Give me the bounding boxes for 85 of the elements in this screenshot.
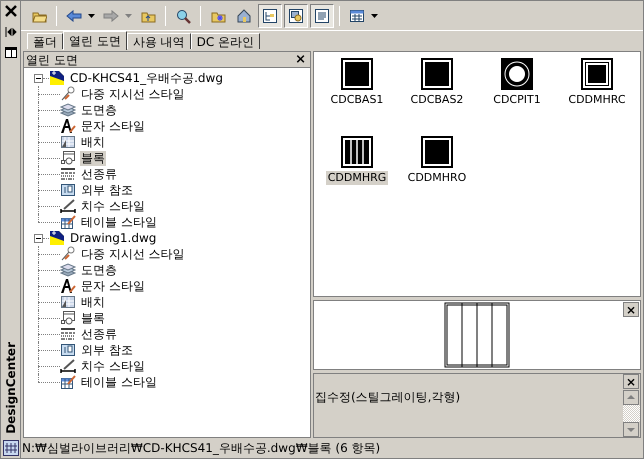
- block-name[interactable]: CDDMHRG: [326, 171, 388, 185]
- table-icon: [60, 374, 76, 390]
- tree-item[interactable]: 도면층: [80, 262, 118, 278]
- tree-item[interactable]: CD-KHCS41_우배수공.dwg: [69, 70, 224, 86]
- tree-item[interactable]: 다중 지시선 스타일: [80, 246, 186, 262]
- layers-icon: [60, 102, 76, 118]
- tree-item[interactable]: 다중 지시선 스타일: [80, 86, 186, 102]
- collapse-toggle[interactable]: [34, 234, 43, 242]
- tree-item[interactable]: Drawing1.dwg: [69, 230, 158, 246]
- tab[interactable]: 폴더: [27, 33, 63, 49]
- tree-item[interactable]: 배치: [80, 134, 106, 150]
- layers-icon: [60, 262, 76, 278]
- block-name[interactable]: CDCBAS2: [408, 93, 466, 107]
- block-name[interactable]: CDCPIT1: [491, 93, 543, 107]
- tree-item[interactable]: 문자 스타일: [80, 118, 146, 134]
- block-icon: [60, 310, 76, 326]
- tree-item[interactable]: 선종류: [80, 166, 118, 182]
- document-link-icon: [60, 182, 76, 198]
- text-lines-button[interactable]: [310, 4, 334, 28]
- leader-icon: [60, 86, 76, 102]
- close-button[interactable]: ×: [293, 52, 308, 66]
- scroll-up-icon[interactable]: [623, 390, 639, 405]
- tab[interactable]: 사용 내역: [126, 33, 191, 49]
- layout-icon: [60, 134, 76, 150]
- linetypes-icon: [60, 166, 76, 182]
- tree-item[interactable]: 테이블 스타일: [80, 374, 158, 390]
- grate-preview-drawing: [444, 302, 510, 368]
- leader-icon: [60, 246, 76, 262]
- grate-block-icon[interactable]: [341, 136, 373, 168]
- tree-item[interactable]: 테이블 스타일: [80, 214, 158, 230]
- house-icon: [236, 8, 252, 24]
- tree-item[interactable]: 외부 참조: [80, 342, 134, 358]
- document-link-icon: [60, 342, 76, 358]
- square-block-icon[interactable]: [421, 136, 453, 168]
- letter-a-icon: [60, 118, 76, 134]
- tab[interactable]: DC 온라인: [190, 33, 260, 49]
- tree-view-icon: [262, 8, 278, 24]
- double-square-block-icon[interactable]: [581, 58, 613, 90]
- block-name[interactable]: CDDMHRC: [566, 93, 628, 107]
- description-text: 집수정(스틸그레이팅,각형): [314, 389, 462, 406]
- block-name[interactable]: CDCBAS1: [328, 93, 386, 107]
- pin-icon[interactable]: [4, 27, 16, 37]
- tree-item[interactable]: 치수 스타일: [80, 198, 146, 214]
- square-block-icon[interactable]: [341, 58, 373, 90]
- properties-icon[interactable]: [4, 47, 16, 58]
- search-icon: [175, 8, 191, 24]
- caret-icon[interactable]: [371, 14, 378, 18]
- square-block-icon[interactable]: [421, 58, 453, 90]
- tree-item[interactable]: 블록: [80, 310, 106, 326]
- tab[interactable]: 열린 도면: [63, 31, 127, 50]
- tree-item[interactable]: 치수 스타일: [80, 358, 146, 374]
- tree-item[interactable]: 블록: [80, 150, 106, 166]
- block-name[interactable]: CDDMHRO: [406, 171, 468, 185]
- tree-item[interactable]: 선종류: [80, 326, 118, 342]
- left-arrow-icon: [66, 8, 82, 24]
- layout-icon: [60, 294, 76, 310]
- drawing-file-icon: [49, 230, 65, 246]
- letter-a-icon: [60, 278, 76, 294]
- close-icon[interactable]: [4, 5, 16, 17]
- scroll-down-icon[interactable]: [623, 422, 639, 437]
- table-icon: [60, 214, 76, 230]
- caret-icon[interactable]: [88, 14, 95, 18]
- tree-item[interactable]: 문자 스타일: [80, 278, 146, 294]
- linetypes-icon: [60, 326, 76, 342]
- panel-title: DesignCenter: [2, 342, 19, 434]
- tree-item[interactable]: 외부 참조: [80, 182, 134, 198]
- scrollbar[interactable]: [623, 390, 640, 437]
- collapse-toggle[interactable]: [34, 74, 43, 82]
- block-icon: [60, 150, 76, 166]
- tree-item[interactable]: 배치: [80, 294, 106, 310]
- preview-icon: [288, 8, 304, 24]
- tree-view-button[interactable]: [258, 4, 282, 28]
- grid-icon[interactable]: [2, 440, 18, 456]
- dimension-icon: [60, 358, 76, 374]
- ring-block-icon[interactable]: [501, 58, 533, 90]
- status-path: N:₩심벌라이브러리₩CD-KHCS41_우배수공.dwg₩블록 (6 항목): [22, 440, 380, 457]
- dimension-icon: [60, 198, 76, 214]
- tree-item[interactable]: 도면층: [80, 102, 118, 118]
- panel-title: 열린 도면: [26, 52, 78, 66]
- right-arrow-icon: [103, 8, 119, 24]
- grid-view-icon: [349, 8, 365, 24]
- preview-button[interactable]: [284, 4, 308, 28]
- close-button[interactable]: ×: [623, 302, 639, 317]
- text-lines-icon: [314, 8, 330, 24]
- close-button[interactable]: ×: [623, 374, 639, 389]
